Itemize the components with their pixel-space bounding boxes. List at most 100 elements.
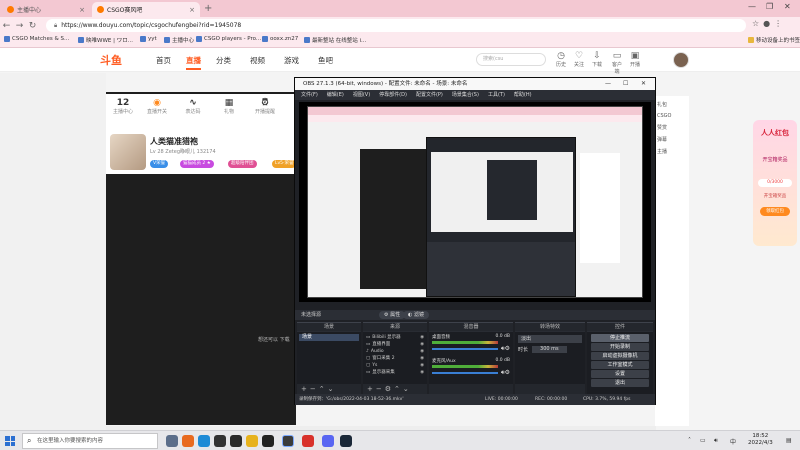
close-window-icon[interactable]: ✕ [641, 78, 646, 90]
tray-overflow-icon[interactable]: ˄ [688, 437, 691, 444]
steam-icon[interactable] [340, 435, 352, 447]
obs-preview[interactable] [299, 102, 651, 302]
reload-icon[interactable]: ↻ [26, 21, 39, 31]
close-tab-icon[interactable]: × [189, 6, 195, 14]
profile-icon[interactable]: ● [763, 19, 770, 28]
exit-button[interactable]: 退出 [591, 379, 649, 387]
source-item[interactable]: ▭ Bilibili 显示器 ◉ [363, 334, 427, 341]
history-button[interactable]: ◷ 历史 [554, 51, 568, 68]
stat-live-switch[interactable]: ◉ 直播开关 [144, 98, 170, 115]
duration-input[interactable]: 300 ms [532, 346, 567, 353]
stat-reminder[interactable]: ⏰︎ 开播提醒 [252, 98, 278, 115]
app-icon[interactable] [262, 435, 274, 447]
sources-footer[interactable]: +−⚙⌃⌄ [363, 384, 427, 394]
obs-taskbar-icon[interactable] [230, 435, 242, 447]
task-view-icon[interactable] [166, 435, 178, 447]
properties-button[interactable]: ⚙ 属性 [379, 311, 406, 319]
filters-button[interactable]: ◐ 滤镜 [403, 311, 429, 319]
bookmark-item[interactable]: ooxx.zn27 [262, 36, 298, 42]
transition-select[interactable]: 淡出 [518, 335, 582, 343]
avatar[interactable] [673, 52, 689, 68]
star-icon[interactable]: ☆ [752, 19, 759, 28]
volume-slider[interactable] [432, 372, 498, 374]
nav-home[interactable]: 首页 [156, 55, 171, 66]
nav-fishbar[interactable]: 鱼吧 [318, 55, 333, 66]
scenes-footer[interactable]: +−⌃⌄ [297, 384, 361, 394]
menu-file[interactable]: 文件(F) [301, 90, 318, 100]
source-item[interactable]: ▭ 显示器采集 ◉ [363, 369, 427, 376]
nav-category[interactable]: 分类 [216, 55, 231, 66]
bookmark-item[interactable]: yyt [140, 36, 157, 42]
eye-icon[interactable]: ◉ [420, 355, 424, 362]
speaker-icon[interactable]: 🔊︎⚙ [501, 345, 510, 353]
right-col-item[interactable]: 弹幕 [657, 136, 687, 143]
menu-help[interactable]: 帮助(H) [514, 90, 532, 100]
bookmark-item[interactable]: CSGO players - Pro... [196, 36, 261, 42]
maximize-icon[interactable]: ❐ [766, 2, 773, 11]
source-item[interactable]: ▢ Ys ◉ [363, 362, 427, 369]
discord-icon[interactable] [322, 435, 334, 447]
tab-csgo[interactable]: CSGO赛风吧 × [92, 2, 200, 17]
source-item[interactable]: ▭ 直播界面 ◉ [363, 341, 427, 348]
app-icon[interactable] [302, 435, 314, 447]
right-col-item[interactable]: 主播 [657, 148, 687, 155]
bookmark-item[interactable]: 移动设备上的书签 [748, 36, 800, 44]
menu-profile[interactable]: 配置文件(P) [416, 90, 443, 100]
studio-mode-button[interactable]: 工作室模式 [591, 361, 649, 369]
maximize-icon[interactable]: ☐ [623, 78, 628, 90]
menu-docks[interactable]: 停靠部件(D) [379, 90, 407, 100]
minimize-icon[interactable]: — [605, 78, 611, 90]
eye-icon[interactable]: ◉ [420, 334, 424, 341]
menu-scene-collection[interactable]: 场景集合(S) [452, 90, 479, 100]
eye-icon[interactable]: ◉ [420, 348, 424, 355]
start-recording-button[interactable]: 开始录制 [591, 343, 649, 351]
bookmark-item[interactable]: 主播中心 [164, 36, 194, 44]
forward-icon[interactable]: → [13, 21, 26, 31]
nav-games[interactable]: 游戏 [284, 55, 299, 66]
menu-edit[interactable]: 编辑(E) [327, 90, 344, 100]
search-input[interactable]: 搜索(csu [476, 53, 546, 66]
nav-live[interactable]: 直播 [186, 55, 201, 70]
speaker-icon[interactable]: 🔊︎⚙ [501, 369, 510, 377]
notification-icon[interactable]: ▤ [786, 437, 792, 444]
stat-gift[interactable]: ▦ 礼物 [216, 98, 242, 115]
input-language[interactable]: 中 [730, 437, 736, 446]
stop-streaming-button[interactable]: 停止推流 [591, 334, 649, 342]
obs-active-icon[interactable] [282, 435, 294, 447]
bookmark-item[interactable]: 最新整站 在线整站 i... [304, 36, 366, 44]
right-col-item[interactable]: 赞赏 [657, 124, 687, 131]
eye-icon[interactable]: ◉ [420, 341, 424, 348]
url-input[interactable]: 🔒︎ https://www.douyu.com/topic/csgochufen… [46, 19, 746, 32]
system-clock[interactable]: 18:52 2022/4/3 [748, 433, 773, 447]
right-col-item[interactable]: 礼包 [657, 101, 687, 108]
windows-start-icon[interactable] [5, 436, 15, 446]
right-col-item[interactable]: CSGO [657, 113, 687, 119]
minimize-icon[interactable]: — [748, 2, 756, 11]
source-item[interactable]: ▢ 窗口采集 2 ◉ [363, 355, 427, 362]
menu-icon[interactable]: ⋮ [774, 19, 782, 28]
start-stream-button[interactable]: ▣ 开播 [628, 51, 642, 68]
settings-button[interactable]: 设置 [591, 370, 649, 378]
eye-icon[interactable]: ◉ [420, 369, 424, 376]
menu-tools[interactable]: 工具(T) [488, 90, 505, 100]
new-tab-icon[interactable]: + [204, 3, 212, 14]
volume-slider[interactable] [432, 348, 498, 350]
download-button[interactable]: ⇩ 下载 [590, 51, 604, 68]
scene-item[interactable]: 场景 [299, 334, 359, 341]
close-window-icon[interactable]: ✕ [784, 2, 791, 11]
red-packet-promo[interactable]: 人人红包 开宝箱奖品 0/3000 开宝箱奖品 领取红包 [753, 120, 797, 246]
follow-button[interactable]: ♡ 关注 [572, 51, 586, 68]
back-icon[interactable]: ← [0, 21, 13, 31]
close-tab-icon[interactable]: × [79, 6, 85, 14]
menu-view[interactable]: 视图(V) [353, 90, 370, 100]
bookmark-item[interactable]: 映唯WWE | ワロ... [78, 36, 133, 44]
stat-anchor-center[interactable]: 12 主播中心 [110, 98, 136, 115]
eye-icon[interactable]: ◉ [420, 362, 424, 369]
taskbar-search-input[interactable]: 在这里输入你要搜索的内容 [22, 433, 158, 449]
volume-icon[interactable]: 🔊︎ [714, 437, 718, 445]
network-icon[interactable]: ▭ [700, 437, 706, 444]
douyu-logo[interactable]: 斗鱼 [100, 52, 132, 68]
bookmark-item[interactable]: CSGO Matches & S... [4, 36, 69, 42]
tab-anchor-center[interactable]: 主播中心 × [2, 2, 90, 17]
streamer-avatar[interactable] [110, 134, 146, 170]
